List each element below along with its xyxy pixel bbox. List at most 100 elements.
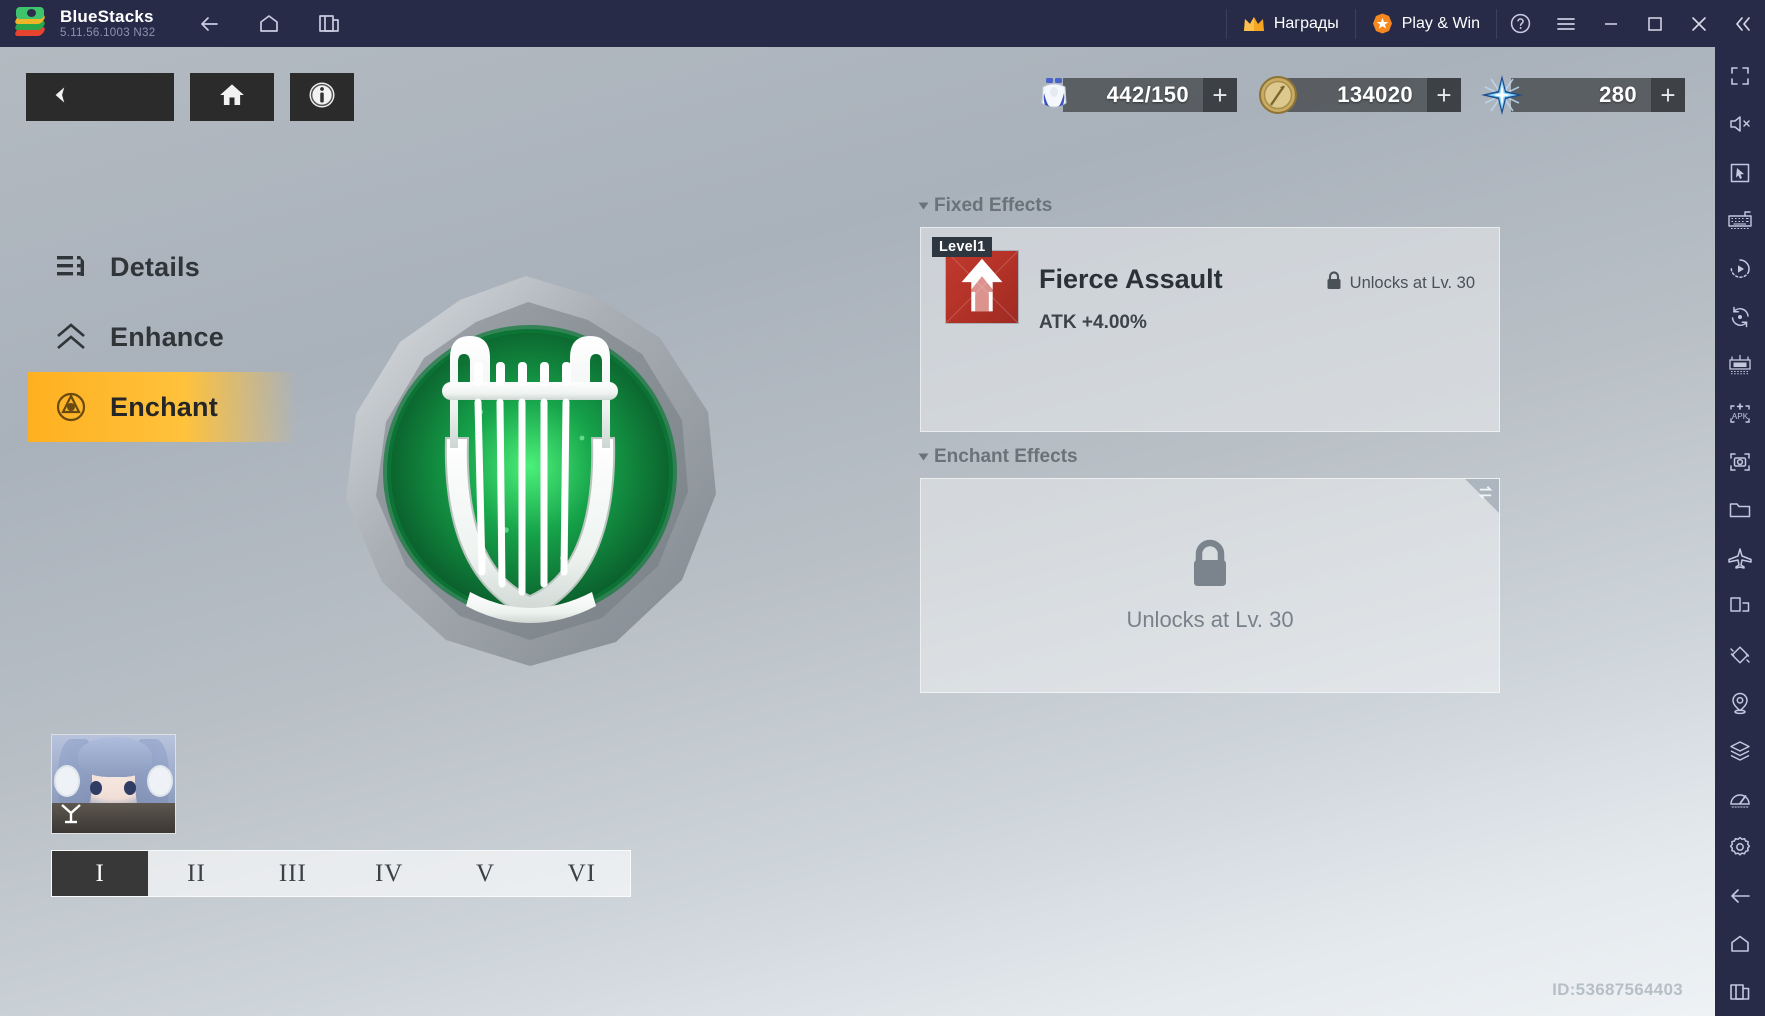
play-and-win-button[interactable]: Play & Win [1356,0,1496,47]
chevrons-up-icon [54,320,88,354]
cursor-icon[interactable] [1715,148,1765,196]
fixed-effects-title: Fixed Effects [934,195,1053,216]
rank-icon [58,801,84,830]
collapse-sidebar-button[interactable] [1721,0,1765,47]
headphone-left [54,765,80,797]
menu-item-enchant[interactable]: Enchant [28,372,298,442]
settings-gear-icon[interactable] [1715,823,1765,871]
fixed-effect-name: Fierce Assault [1039,264,1223,294]
help-icon[interactable] [1497,0,1543,47]
star-crystal-icon [1479,75,1525,115]
menu-item-details[interactable]: Details [28,232,298,302]
crown-icon [1243,16,1265,32]
tier-tab-3[interactable]: III [245,851,341,896]
tier-tab-2[interactable]: II [148,851,244,896]
location-icon[interactable] [1715,679,1765,727]
fixed-effects-card: Fixed Effects Level1 Fierce Assault ATK … [918,195,1500,432]
game-home-button[interactable] [190,73,274,121]
android-recents-icon[interactable] [1715,968,1765,1016]
stamina-add-button[interactable]: + [1203,78,1237,112]
install-apk-icon[interactable]: APK [1715,389,1765,437]
tier-tabs: I II III IV V VI [51,850,631,897]
enchant-icon [54,390,88,424]
menu-item-enhance-label: Enhance [110,321,224,352]
enchant-lock-text: Unlocks at Lv. 30 [1126,606,1294,632]
eye-left [90,781,102,795]
level-badge: Level1 [932,237,993,257]
titlebar-actions: Награды Play & Win [1225,0,1765,47]
fixed-effects-panel: Level1 Fierce Assault ATK +4.00% Unlocks… [920,227,1500,432]
app-name: BlueStacks [60,6,154,26]
rotate-icon[interactable] [1715,293,1765,341]
lock-icon [1326,271,1342,295]
tier-tab-5[interactable]: V [437,851,533,896]
swap-icon[interactable] [1476,483,1495,507]
enchant-effects-title-row: Enchant Effects [918,446,1500,468]
enchant-effects-title: Enchant Effects [934,446,1078,467]
maximize-button[interactable] [1633,0,1677,47]
home-icon[interactable] [249,5,289,43]
fullscreen-icon[interactable] [1715,52,1765,100]
fixed-effect-stat: ATK +4.00% [1039,312,1147,333]
titlebar-nav [189,5,349,43]
rewards-button[interactable]: Награды [1227,0,1355,47]
mute-icon[interactable] [1715,100,1765,148]
window-titlebar: BlueStacks 5.11.56.1003 N32 Награды Play… [0,0,1765,47]
gold-add-button[interactable]: + [1427,78,1461,112]
equipment-menu: Details Enhance Enchant [28,232,298,442]
home-icon [217,80,247,115]
layers-icon[interactable] [1715,727,1765,775]
details-list-icon [54,250,88,284]
shake-icon[interactable] [1715,630,1765,678]
chevron-down-icon[interactable] [918,453,929,461]
multi-instance-manager-icon[interactable] [1715,341,1765,389]
app-title-block: BlueStacks 5.11.56.1003 N32 [60,6,155,40]
eye-right [124,781,136,795]
hamburger-menu-icon[interactable] [1543,0,1589,47]
currency-bar: 442/150 + 134020 + 280 + [1031,75,1685,115]
headphone-right [147,765,173,797]
back-icon[interactable] [189,5,229,43]
bluestacks-sidebar: APK [1715,0,1765,1016]
enchant-effects-panel: Unlocks at Lv. 30 [920,478,1500,693]
macro-record-icon[interactable] [1715,245,1765,293]
keyboard-controls-icon[interactable] [1715,197,1765,245]
game-viewport: 442/150 + 134020 + 280 + Details Enhance… [0,47,1715,1016]
airplane-icon[interactable] [1715,534,1765,582]
gold-value: 134020 [1287,78,1427,112]
android-back-icon[interactable] [1715,871,1765,919]
menu-item-enchant-label: Enchant [110,391,218,422]
media-folder-icon[interactable] [1715,486,1765,534]
minimize-button[interactable] [1589,0,1633,47]
close-button[interactable] [1677,0,1721,47]
screenshot-icon[interactable] [1715,438,1765,486]
bluestacks-logo-icon [13,6,48,41]
tier-tab-4[interactable]: IV [341,851,437,896]
multi-instance-icon[interactable] [309,5,349,43]
currency-stamina: 442/150 + [1031,75,1237,115]
lock-icon [1187,539,1233,591]
tier-tab-1[interactable]: I [52,851,149,896]
fixed-effect-lock-text: Unlocks at Lv. 30 [1349,273,1475,292]
app-root: 442/150 + 134020 + 280 + Details Enhance… [0,0,1765,1016]
performance-icon[interactable] [1715,775,1765,823]
tier-tab-6[interactable]: VI [534,851,630,896]
game-info-button[interactable] [290,73,354,121]
rewards-label: Награды [1273,14,1339,32]
info-icon [307,80,337,115]
stamina-icon [1031,75,1077,115]
menu-item-enhance[interactable]: Enhance [28,302,298,372]
fixed-effect-icon-frame[interactable]: Level1 [932,237,1019,324]
menu-item-details-label: Details [110,251,200,282]
play-win-label: Play & Win [1401,14,1480,32]
character-portrait[interactable] [51,734,176,834]
game-back-button[interactable] [26,73,174,121]
chevron-left-icon [48,82,74,113]
chevron-down-icon[interactable] [918,202,929,210]
game-top-buttons [26,73,354,121]
android-home-icon[interactable] [1715,920,1765,968]
crystal-value: 280 [1511,78,1651,112]
screen-split-icon[interactable] [1715,582,1765,630]
crystal-add-button[interactable]: + [1651,78,1685,112]
stamina-value: 442/150 [1063,78,1203,112]
